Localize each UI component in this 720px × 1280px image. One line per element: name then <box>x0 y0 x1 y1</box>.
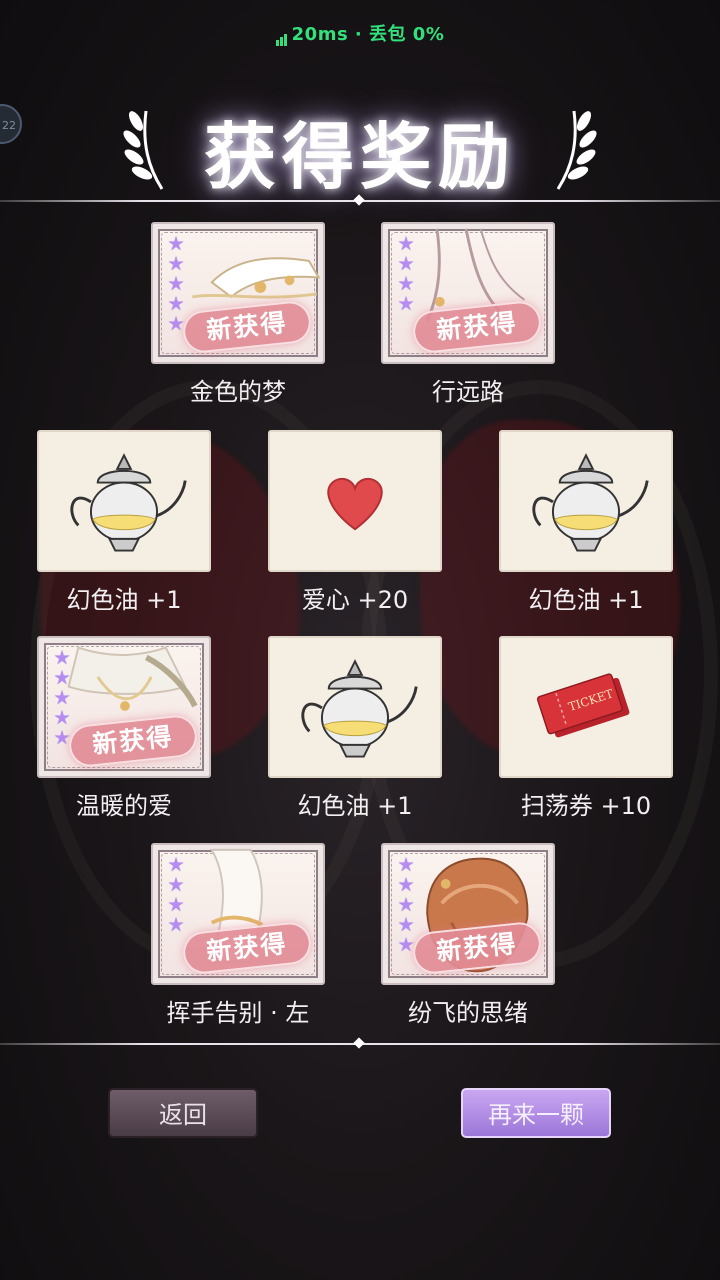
network-status: 20ms · 丢包 0% <box>0 20 720 46</box>
reward-card: ★ ★ ★ ★ 新获得 <box>381 222 555 364</box>
reward-card: ★ ★ ★ ★ 新获得 <box>151 843 325 985</box>
ticket-icon: TICKET <box>536 673 630 738</box>
signal-icon <box>275 25 288 46</box>
reward-name: 爱心 +20 <box>301 586 409 614</box>
reward-item[interactable]: ★ ★ ★ ★ 新获得 行远路 <box>381 222 555 407</box>
reward-item[interactable]: ★ ★ ★ ★ 新获得 挥手告别 · 左 <box>151 843 325 1028</box>
reward-card: ★ ★ ★ ★ ★ 新获得 <box>37 636 211 778</box>
reward-name: 扫荡券 +10 <box>520 792 652 820</box>
reward-name: 幻色油 +1 <box>297 792 413 820</box>
rarity-stars: ★ ★ ★ ★ ★ <box>167 233 185 335</box>
reward-card <box>268 636 442 778</box>
reward-card: ★ ★ ★ ★ ★ 新获得 <box>381 843 555 985</box>
teapot-icon <box>70 453 187 552</box>
rarity-stars: ★ ★ ★ ★ <box>167 854 185 936</box>
reward-name: 温暖的爱 <box>76 792 172 820</box>
reward-item[interactable]: 幻色油 +1 <box>37 430 211 615</box>
page-title: 获得奖励 <box>203 114 516 199</box>
rarity-stars: ★ ★ ★ ★ ★ <box>397 854 415 956</box>
reward-name: 纷飞的思绪 <box>408 999 528 1027</box>
reward-card <box>499 430 673 572</box>
reward-card: ★ ★ ★ ★ ★ 新获得 <box>151 222 325 364</box>
network-status-text: 20ms · 丢包 0% <box>291 24 445 45</box>
draw-again-button[interactable]: 再来一颗 <box>461 1088 611 1138</box>
reward-name: 幻色油 +1 <box>66 586 182 614</box>
reward-name: 幻色油 +1 <box>528 586 644 614</box>
reward-item[interactable]: ★ ★ ★ ★ ★ 新获得 纷飞的思绪 <box>381 843 555 1028</box>
reward-card <box>37 430 211 572</box>
back-button[interactable]: 返回 <box>108 1088 258 1138</box>
top-divider <box>0 194 720 206</box>
reward-name: 金色的梦 <box>190 378 286 406</box>
rarity-stars: ★ ★ ★ ★ ★ <box>53 647 71 749</box>
reward-card <box>268 430 442 572</box>
reward-item[interactable]: 爱心 +20 <box>268 430 442 615</box>
reward-item[interactable]: 幻色油 +1 <box>499 430 673 615</box>
reward-item[interactable]: 幻色油 +1 <box>268 636 442 821</box>
reward-item[interactable]: ★ ★ ★ ★ ★ 新获得 温暖的爱 <box>37 636 211 821</box>
heart-icon <box>327 477 383 531</box>
bottom-divider <box>0 1037 720 1049</box>
reward-item[interactable]: ★ ★ ★ ★ ★ 新获得 金色的梦 <box>151 222 325 407</box>
reward-card: TICKET <box>499 636 673 778</box>
teapot-icon <box>301 659 418 758</box>
reward-name: 挥手告别 · 左 <box>166 999 310 1027</box>
reward-item[interactable]: TICKET 扫荡券 +10 <box>499 636 673 821</box>
rarity-stars: ★ ★ ★ ★ <box>397 233 415 315</box>
teapot-icon <box>532 453 649 552</box>
reward-name: 行远路 <box>432 378 504 406</box>
